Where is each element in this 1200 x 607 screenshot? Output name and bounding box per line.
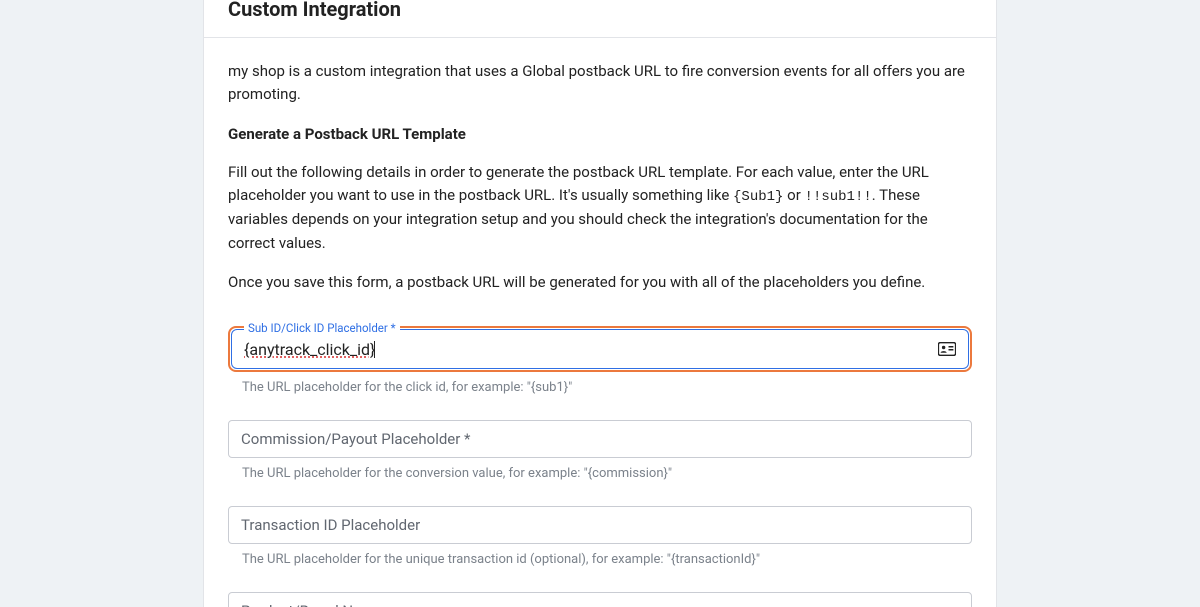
card-header: Custom Integration: [204, 0, 996, 38]
click-id-field-highlight: Sub ID/Click ID Placeholder * {anytrack_…: [228, 326, 972, 372]
click-id-label: Sub ID/Click ID Placeholder *: [244, 321, 400, 335]
intro-text: my shop is a custom integration that use…: [228, 60, 972, 107]
integration-card: Custom Integration my shop is a custom i…: [203, 0, 997, 607]
brand-field[interactable]: Product/Brand Name: [228, 592, 972, 607]
transaction-group: Transaction ID Placeholder The URL place…: [228, 506, 972, 567]
transaction-label: Transaction ID Placeholder: [241, 516, 420, 534]
description-2: Once you save this form, a postback URL …: [228, 271, 972, 294]
commission-label: Commission/Payout Placeholder *: [241, 430, 471, 448]
click-id-field[interactable]: Sub ID/Click ID Placeholder * {anytrack_…: [231, 329, 969, 369]
brand-label: Product/Brand Name: [241, 602, 382, 607]
contact-card-icon: [938, 342, 956, 356]
description-1: Fill out the following details in order …: [228, 161, 972, 255]
page-title: Custom Integration: [228, 0, 972, 21]
click-id-value[interactable]: {anytrack_click_id}: [244, 340, 375, 359]
code-sample-2: !!sub1!!: [805, 189, 872, 205]
transaction-helper: The URL placeholder for the unique trans…: [242, 552, 972, 567]
sub-heading: Generate a Postback URL Template: [228, 125, 972, 143]
desc-part-mid: or: [783, 186, 804, 204]
commission-helper: The URL placeholder for the conversion v…: [242, 466, 972, 481]
click-id-helper: The URL placeholder for the click id, fo…: [242, 380, 972, 395]
code-sample-1: {Sub1}: [733, 189, 783, 205]
card-body: my shop is a custom integration that use…: [204, 38, 996, 607]
click-id-value-text: {anytrack_click_id}: [244, 340, 375, 359]
commission-field[interactable]: Commission/Payout Placeholder *: [228, 420, 972, 458]
transaction-field[interactable]: Transaction ID Placeholder: [228, 506, 972, 544]
commission-group: Commission/Payout Placeholder * The URL …: [228, 420, 972, 481]
brand-group: Product/Brand Name The URL placeholder f…: [228, 592, 972, 607]
text-cursor: [374, 341, 375, 358]
